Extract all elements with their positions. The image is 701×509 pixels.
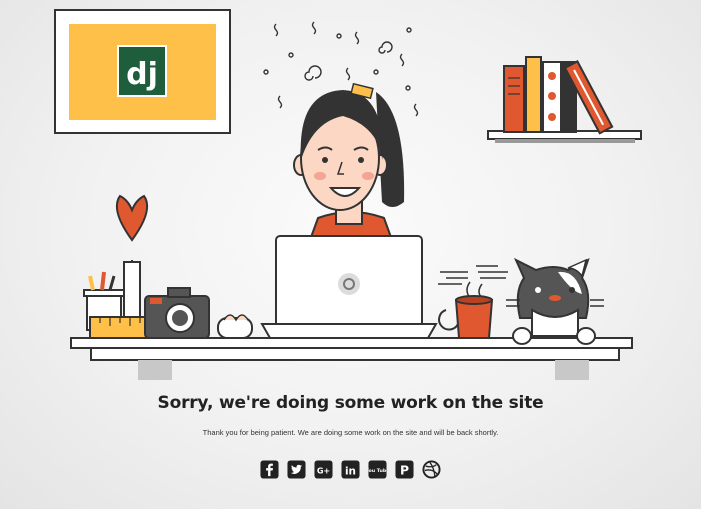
- social-links: G+ in You Tube P: [0, 460, 701, 479]
- bookshelf: [487, 56, 642, 143]
- pinterest-glyph: P: [400, 463, 409, 477]
- picture-frame: dj: [54, 9, 231, 134]
- cat: [506, 257, 604, 345]
- twitter-icon[interactable]: [287, 460, 306, 479]
- woman-hand: [217, 314, 253, 339]
- maintenance-illustration: dj: [54, 9, 642, 380]
- django-logo-text: dj: [126, 57, 158, 92]
- dribbble-icon[interactable]: [422, 460, 441, 479]
- linkedin-glyph: in: [345, 465, 356, 477]
- youtube-glyph: You Tube: [368, 468, 387, 474]
- woman-character: [293, 82, 405, 241]
- google-plus-glyph: G+: [317, 466, 330, 475]
- coffee-mug: [438, 265, 508, 339]
- maintenance-subtext: Thank you for being patient. We are doin…: [202, 428, 499, 437]
- desk: [70, 337, 633, 380]
- laptop: [260, 235, 438, 339]
- google-plus-icon[interactable]: G+: [314, 460, 333, 479]
- linkedin-icon[interactable]: in: [341, 460, 360, 479]
- pinterest-icon[interactable]: P: [395, 460, 414, 479]
- camera: [144, 287, 210, 339]
- maintenance-headline: Sorry, we're doing some work on the site: [157, 393, 544, 413]
- youtube-icon[interactable]: You Tube: [368, 460, 387, 479]
- facebook-icon[interactable]: [260, 460, 279, 479]
